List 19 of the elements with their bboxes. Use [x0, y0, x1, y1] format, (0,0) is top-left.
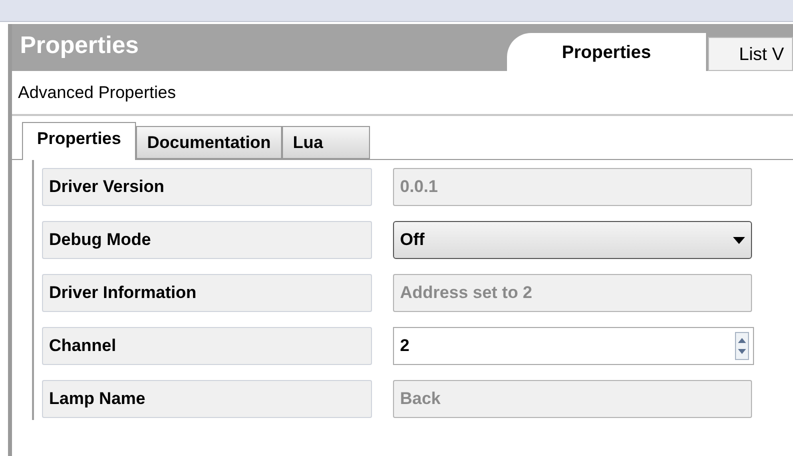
read-only-field: Back [393, 380, 752, 418]
property-label: Driver Version [42, 168, 372, 206]
tab[interactable]: Lua [282, 126, 370, 159]
property-label: Debug Mode [42, 221, 372, 259]
property-label: Driver Information [42, 274, 372, 312]
read-only-field: Address set to 2 [393, 274, 752, 312]
spin-field[interactable]: 2 [393, 327, 754, 365]
property-label: Channel [42, 327, 372, 365]
tab[interactable]: Documentation [136, 126, 282, 159]
view-tab[interactable]: Properties [506, 33, 706, 71]
tab[interactable]: Properties [22, 122, 136, 160]
read-only-field: 0.0.1 [393, 168, 752, 206]
subheader: Advanced Properties [12, 71, 793, 116]
spinner-icon[interactable] [735, 332, 749, 360]
property-label: Lamp Name [42, 380, 372, 418]
caret-icon [733, 236, 745, 244]
view-tab[interactable]: List V [708, 37, 793, 71]
panel-title: Properties [20, 30, 139, 60]
dropdown[interactable]: Off [393, 221, 752, 259]
